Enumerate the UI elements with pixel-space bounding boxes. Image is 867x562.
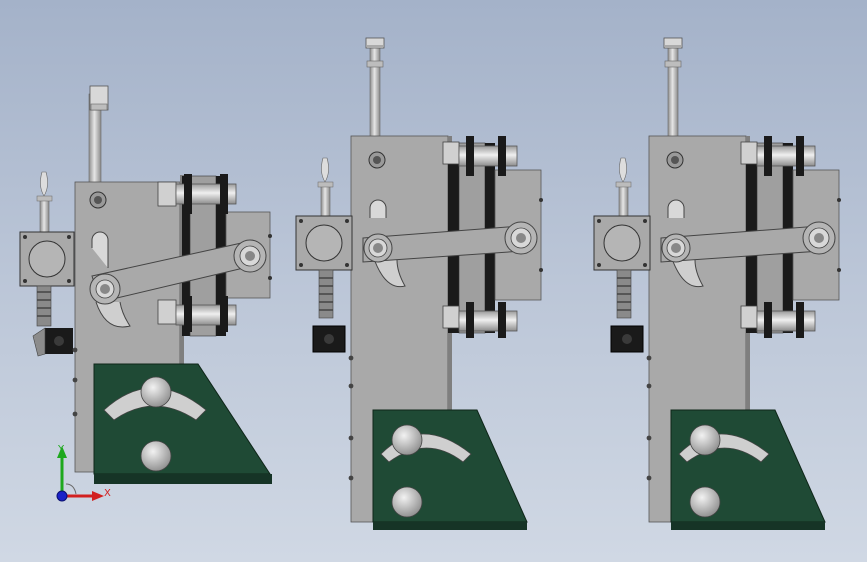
assembly-view-right[interactable] xyxy=(593,37,842,531)
triad-x-label: X xyxy=(104,488,111,499)
cad-viewport[interactable]: Y X xyxy=(0,0,867,562)
assembly-view-middle[interactable] xyxy=(295,37,544,531)
assembly-view-left[interactable] xyxy=(19,85,272,484)
triad-y-label: Y xyxy=(57,444,65,455)
